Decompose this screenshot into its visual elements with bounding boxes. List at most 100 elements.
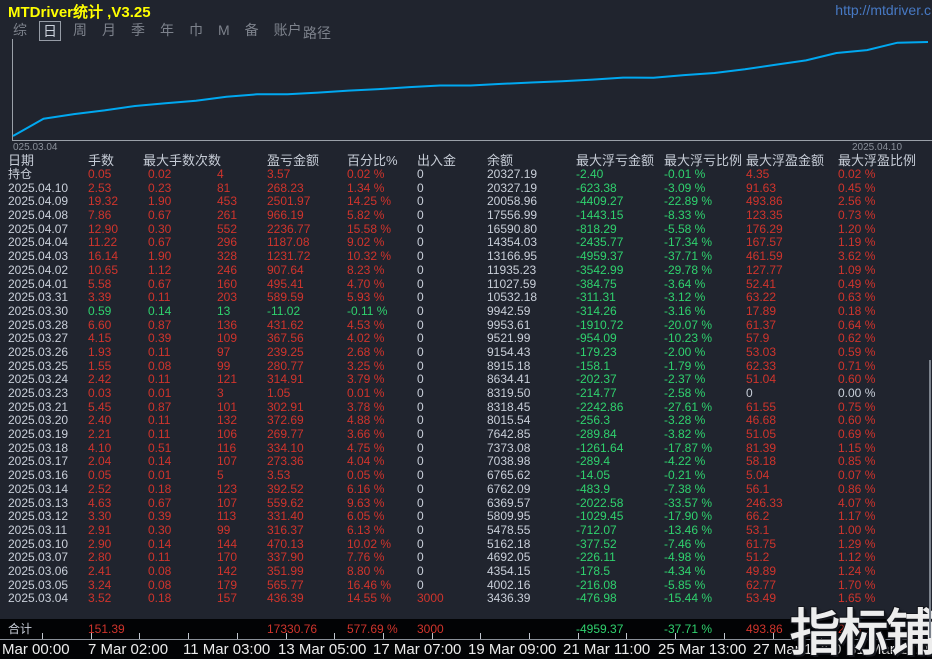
column-header: 最大浮亏比例 <box>664 153 743 168</box>
table-cell: 91.63 <box>746 180 777 195</box>
date-cell: 2025.03.13 <box>8 495 69 510</box>
table-cell: 431.62 <box>267 317 304 332</box>
table-cell: -5.58 % <box>664 221 706 236</box>
chart-end-date: 2025.04.10 <box>852 142 903 153</box>
table-cell: 10532.18 <box>487 290 538 305</box>
table-cell: 1.90 <box>148 194 172 209</box>
table-cell: 17556.99 <box>487 208 538 223</box>
table-cell: -3.82 % <box>664 427 706 442</box>
table-cell: 1.05 <box>267 386 291 400</box>
table-cell: 0 <box>417 413 424 428</box>
table-cell: 0 <box>417 276 424 291</box>
table-cell: 20327.19 <box>487 167 538 181</box>
date-cell: 2025.03.14 <box>8 481 69 496</box>
axis-tick <box>188 633 189 639</box>
table-cell: 372.69 <box>267 413 304 428</box>
table-cell: 14.25 % <box>347 194 392 209</box>
axis-tick <box>529 633 530 639</box>
table-cell: 3.52 <box>88 591 112 606</box>
date-cell: 2025.04.07 <box>8 221 69 236</box>
axis-time-label: 17 Mar 07:00 <box>373 641 462 658</box>
scrollbar-thumb[interactable] <box>929 360 931 638</box>
table-cell: 170 <box>217 550 238 565</box>
table-cell: 0.67 <box>148 235 172 250</box>
table-cell: -0.01 % <box>664 167 706 181</box>
date-cell: 2025.03.05 <box>8 577 69 592</box>
table-cell: -2.37 % <box>664 372 706 387</box>
table-cell: 559.62 <box>267 495 304 510</box>
table-cell: -7.38 % <box>664 481 706 496</box>
table-cell: 8318.45 <box>487 399 531 414</box>
axis-time-label: 11 Mar 03:00 <box>183 641 271 658</box>
table-cell: 62.33 <box>746 358 777 373</box>
table-cell: -4.34 % <box>664 563 706 578</box>
table-cell: -2.58 % <box>664 386 706 400</box>
table-cell: 966.19 <box>267 208 304 223</box>
table-cell: 1187.08 <box>267 235 310 250</box>
table-cell: 17.89 <box>746 303 777 318</box>
table-cell: 1231.72 <box>267 249 311 264</box>
table-row: 2025.04.09 19.32 1.90 453 2501.97 14.25 % 0 200… <box>0 195 932 209</box>
table-cell: -2022.58 <box>576 495 624 510</box>
column-header: 余额 <box>487 153 514 168</box>
column-header: 最大浮盈金额 <box>746 153 825 168</box>
table-cell: 16.14 <box>88 249 119 264</box>
mtdriver-stats-panel: MTDriver统计 ,V3.25 http://mtdriver.c 综日周月… <box>0 0 932 659</box>
date-cell: 2025.04.02 <box>8 262 69 277</box>
table-cell: 2.91 <box>88 522 112 537</box>
table-cell: 107 <box>217 495 238 510</box>
table-cell: 176.29 <box>746 221 783 236</box>
table-cell: 109 <box>217 331 238 346</box>
date-cell: 2025.03.24 <box>8 372 69 387</box>
table-cell: 20327.19 <box>487 180 538 195</box>
table-cell: 0 <box>417 235 424 250</box>
table-cell: 314.91 <box>267 372 304 387</box>
table-cell: -4959.37 <box>576 622 624 636</box>
table-cell: 157 <box>217 591 238 606</box>
date-cell: 2025.03.04 <box>8 591 69 606</box>
table-cell: 107 <box>217 454 238 469</box>
table-cell: 2.68 % <box>347 344 385 359</box>
table-row: 2025.03.21 5.45 0.87 101 302.91 3.78 % 0 8318.4… <box>0 399 932 415</box>
table-cell: 8634.41 <box>487 372 531 387</box>
table-cell: 0.01 <box>148 468 172 483</box>
table-cell: 10.32 % <box>347 249 392 264</box>
table-cell: 0.11 <box>148 427 171 442</box>
table-cell: 7038.98 <box>487 454 531 469</box>
date-cell: 2025.03.21 <box>8 399 69 414</box>
table-cell: 1.24 % <box>838 563 876 578</box>
table-cell: 0.14 <box>148 303 172 318</box>
table-cell: 63.22 <box>746 290 777 305</box>
table-cell: 62.77 <box>746 577 777 592</box>
table-cell: 328 <box>217 249 238 264</box>
table-cell: 7.76 % <box>347 550 385 565</box>
table-cell: 6.05 % <box>347 509 385 524</box>
table-cell: 1.19 % <box>838 235 876 250</box>
axis-tick <box>578 633 579 639</box>
axis-tick <box>626 633 627 639</box>
table-cell: 179 <box>217 577 238 592</box>
table-cell: 2.56 % <box>838 194 876 209</box>
table-cell: 0.05 <box>88 167 112 181</box>
table-cell: 160 <box>217 276 238 291</box>
table-cell: -216.08 <box>576 577 617 592</box>
table-cell: 116 <box>217 440 237 455</box>
table-cell: 17330.76 <box>267 622 318 636</box>
table-cell: -202.37 <box>576 372 617 387</box>
table-cell: 4.07 % <box>838 495 876 510</box>
table-cell: 58.18 <box>746 454 777 469</box>
table-cell: 9942.59 <box>487 303 531 318</box>
table-cell: -3.09 % <box>664 180 706 195</box>
date-cell: 2025.04.10 <box>8 180 69 195</box>
table-cell: 3000 <box>417 622 444 636</box>
table-cell: 61.37 <box>746 317 777 332</box>
table-cell: 0 <box>417 550 424 565</box>
table-cell: 0.18 <box>148 591 172 606</box>
axis-time-label: 19 Mar 09:00 <box>468 641 557 658</box>
table-cell: 0 <box>417 522 424 537</box>
table-cell: 81 <box>217 180 231 195</box>
table-cell: 8915.18 <box>487 358 531 373</box>
table-cell: 261 <box>217 208 238 223</box>
table-cell: -256.3 <box>576 413 611 428</box>
table-cell: -3542.99 <box>576 262 624 277</box>
